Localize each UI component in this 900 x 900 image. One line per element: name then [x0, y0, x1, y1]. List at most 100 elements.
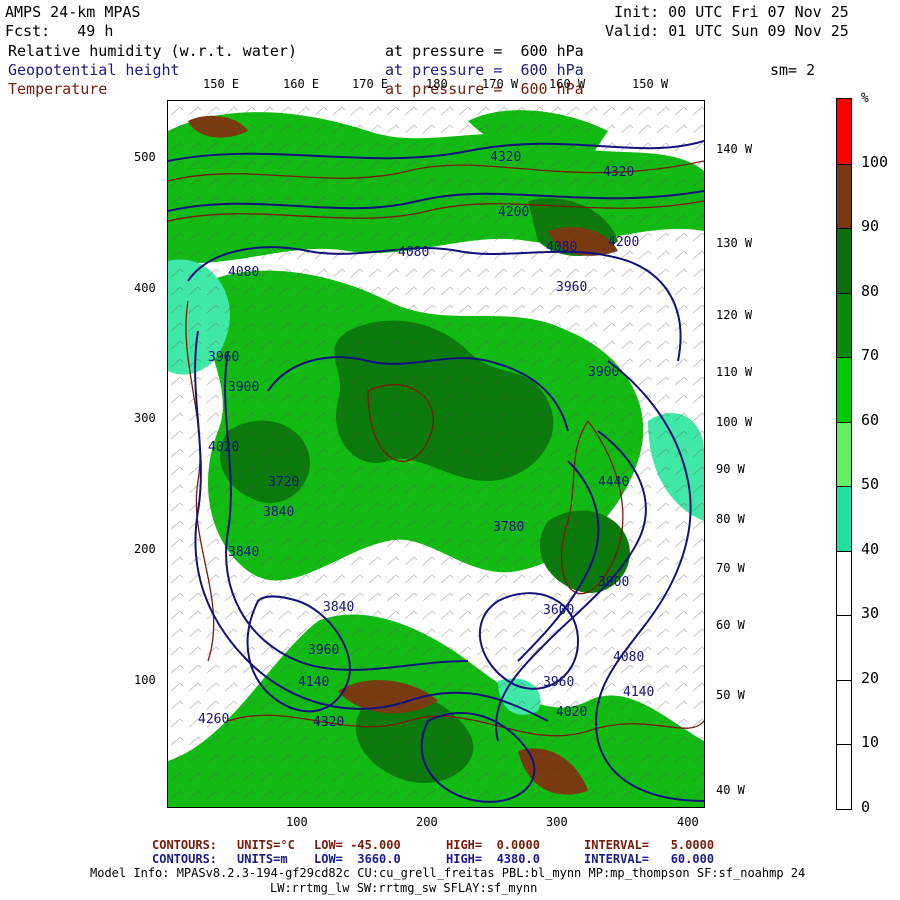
lon-label-right: 120 W — [716, 308, 753, 322]
temp-units: UNITS=°C — [237, 838, 295, 852]
lon-label-right: 90 W — [716, 462, 745, 476]
contour-label: 3960 — [308, 643, 339, 658]
lon-label-top: 160 W — [549, 77, 586, 91]
x-tick-label: 100 — [286, 815, 308, 829]
lon-label-top: 150 E — [203, 77, 240, 91]
temp-contour-label: CONTOURS: — [152, 838, 218, 852]
contour-label: 4020 — [556, 705, 587, 720]
colorbar-segment — [837, 486, 851, 551]
contour-label: 3720 — [268, 475, 299, 490]
colorbar-segment — [837, 99, 851, 164]
colorbar-segment — [837, 292, 851, 358]
temp-interval: INTERVAL= 5.0000 — [584, 838, 715, 852]
contour-label: 4080 — [398, 245, 429, 260]
y-tick-label: 300 — [134, 411, 156, 425]
field3-label: Temperature — [8, 80, 108, 98]
height-interval: INTERVAL= 60.000 — [584, 852, 715, 866]
contour-label: 4080 — [228, 265, 259, 280]
field2-label: Geopotential height — [8, 61, 180, 79]
colorbar-tick-label: 10 — [861, 733, 880, 752]
temp-high: HIGH= 0.0000 — [446, 838, 540, 852]
colorbar-segment — [837, 163, 851, 229]
height-low: LOW= 3660.0 — [314, 852, 401, 866]
model-info-physics: LW:rrtmg_lw SW:rrtmg_sw SFLAY:sf_mynn — [270, 881, 538, 895]
y-tick-label: 100 — [134, 673, 156, 687]
lon-label-top: 150 W — [632, 77, 669, 91]
x-tick-label: 300 — [546, 815, 568, 829]
lon-label-right: 140 W — [716, 142, 753, 156]
colorbar-segment — [837, 421, 851, 487]
model-info: Model Info: MPASv8.2.3-194-gf29cd82c CU:… — [90, 866, 806, 880]
contour-label: 4200 — [608, 235, 639, 250]
lon-label-right: 80 W — [716, 512, 745, 526]
field1-label: Relative humidity (w.r.t. water) — [8, 42, 297, 60]
height-high: HIGH= 4380.0 — [446, 852, 540, 866]
lon-label-right: 100 W — [716, 415, 753, 429]
contour-label: 3840 — [228, 545, 259, 560]
colorbar-tick-label: 70 — [861, 346, 880, 365]
colorbar-segment — [837, 228, 851, 293]
contour-label: 3900 — [228, 380, 259, 395]
contour-label: 4260 — [198, 712, 229, 727]
y-tick-label: 500 — [134, 150, 156, 164]
contour-label: 3960 — [208, 350, 239, 365]
lon-label-top: 180 — [426, 77, 448, 91]
valid-time: Valid: 01 UTC Sun 09 Nov 25 — [605, 22, 849, 40]
y-tick-label: 400 — [134, 281, 156, 295]
colorbar-segment — [837, 357, 851, 422]
lon-label-right: 40 W — [716, 783, 745, 797]
x-tick-label: 400 — [677, 815, 699, 829]
colorbar-segment — [837, 615, 851, 680]
lon-label-right: 60 W — [716, 618, 745, 632]
forecast-hour: Fcst: 49 h — [5, 22, 114, 40]
contour-label: 4140 — [298, 675, 329, 690]
height-units: UNITS=m — [237, 852, 288, 866]
contour-label: 4320 — [603, 165, 634, 180]
contour-label: 3900 — [588, 365, 619, 380]
field2-level: at pressure = 600 hPa — [385, 61, 584, 79]
contour-label: 3780 — [493, 520, 524, 535]
contour-label: 4080 — [546, 240, 577, 255]
x-tick-label: 200 — [416, 815, 438, 829]
lon-label-right: 130 W — [716, 236, 753, 250]
init-time: Init: 00 UTC Fri 07 Nov 25 — [614, 3, 849, 21]
colorbar-tick-label: 50 — [861, 475, 880, 494]
contour-label: 4440 — [598, 475, 629, 490]
colorbar-tick-label: 20 — [861, 668, 880, 687]
contour-label: 3960 — [543, 675, 574, 690]
contour-label: 4200 — [498, 205, 529, 220]
contour-label: 3900 — [598, 575, 629, 590]
model-title: AMPS 24-km MPAS — [5, 3, 141, 21]
lon-label-right: 110 W — [716, 365, 753, 379]
colorbar-tick-label: 90 — [861, 217, 880, 236]
colorbar-tick-label: 40 — [861, 539, 880, 558]
lon-label-top: 170 E — [352, 77, 389, 91]
contour-label: 4080 — [613, 650, 644, 665]
colorbar-segment — [837, 550, 851, 616]
y-tick-label: 200 — [134, 542, 156, 556]
field1-level: at pressure = 600 hPa — [385, 42, 584, 60]
height-contour-label: CONTOURS: — [152, 852, 218, 866]
contour-label: 3840 — [323, 600, 354, 615]
smoothing-label: sm= 2 — [770, 61, 816, 79]
lon-label-top: 170 W — [482, 77, 519, 91]
colorbar-tick-label: 0 — [861, 798, 871, 816]
colorbar — [836, 98, 852, 810]
humidity-map: 4320 4320 4200 4080 4200 4080 4080 3960 … — [168, 101, 704, 807]
contour-label: 3960 — [556, 280, 587, 295]
contour-label: 4320 — [313, 715, 344, 730]
lon-label-top: 160 E — [283, 77, 320, 91]
contour-label: 3600 — [543, 603, 574, 618]
colorbar-unit: % — [861, 91, 869, 106]
colorbar-tick-label: 60 — [861, 410, 880, 429]
contour-label: 4320 — [490, 150, 521, 165]
colorbar-tick-label: 80 — [861, 281, 880, 300]
temp-low: LOW= -45.000 — [314, 838, 401, 852]
colorbar-segment — [837, 679, 851, 745]
contour-label: 4020 — [208, 440, 239, 455]
contour-label: 3840 — [263, 505, 294, 520]
colorbar-tick-label: 30 — [861, 604, 880, 623]
map-panel: 4320 4320 4200 4080 4200 4080 4080 3960 … — [167, 100, 705, 808]
colorbar-tick-label: 100 — [861, 152, 889, 171]
contour-label: 4140 — [623, 685, 654, 700]
